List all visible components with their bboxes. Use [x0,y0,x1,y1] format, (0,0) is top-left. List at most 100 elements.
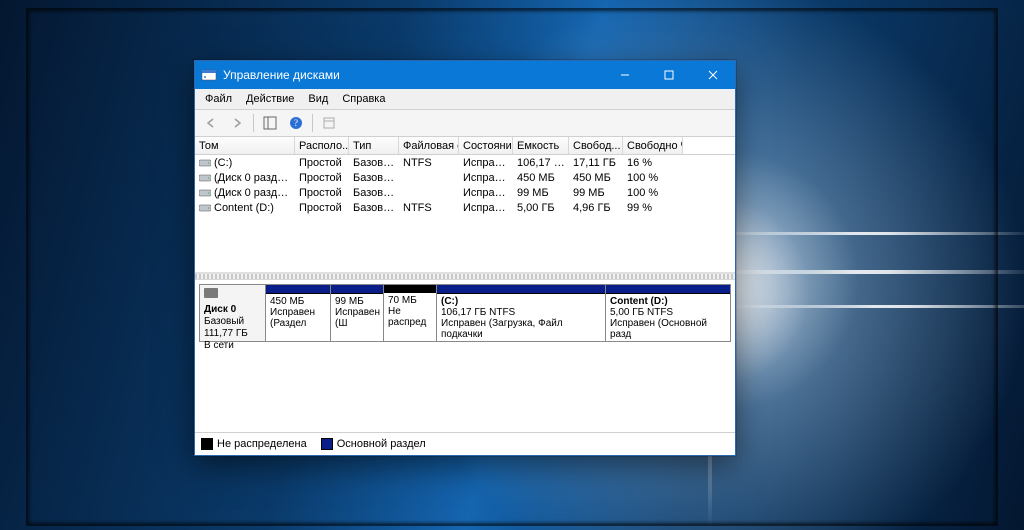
swatch-unallocated-icon [201,438,213,450]
cell-free-pct: 16 % [623,157,683,169]
nav-back-button[interactable] [199,111,223,135]
cell-capacity: 5,00 ГБ [513,202,569,214]
col-filesystem[interactable]: Файловая с... [399,137,459,154]
menubar: Файл Действие Вид Справка [195,89,735,110]
cell-layout: Простой [295,157,349,169]
disk-state: В сети [204,340,261,352]
disk-info[interactable]: Диск 0 Базовый 111,77 ГБ В сети [200,285,266,341]
partition-body: 99 МБИсправен (Ш [331,294,383,341]
volume-list[interactable]: Том Располо... Тип Файловая с... Состоян… [195,137,735,274]
partition-body: 450 МБИсправен (Раздел [266,294,330,341]
col-free[interactable]: Свобод... [569,137,623,154]
partition-stripe [606,285,730,294]
menu-action[interactable]: Действие [240,91,300,107]
cell-status: Исправен... [459,202,513,214]
show-hide-tree-button[interactable] [258,111,282,135]
cell-type: Базовый [349,187,399,199]
cell-free: 450 МБ [569,172,623,184]
close-button[interactable] [691,61,735,89]
swatch-primary-icon [321,438,333,450]
nav-forward-button[interactable] [225,111,249,135]
wallpaper-beam [700,270,1024,274]
maximize-button[interactable] [647,61,691,89]
legend: Не распределена Основной раздел [195,432,735,455]
partition-status: Исправен (Загрузка, Файл подкачки [441,318,601,340]
drive-icon [199,173,211,183]
cell-volume: Content (D:) [195,202,295,214]
drive-icon [199,203,211,213]
partition-body: (C:)106,17 ГБ NTFSИсправен (Загрузка, Фа… [437,294,605,341]
menu-view[interactable]: Вид [302,91,334,107]
partition-primary[interactable]: Content (D:)5,00 ГБ NTFSИсправен (Основн… [606,285,730,341]
partition-primary[interactable]: (C:)106,17 ГБ NTFSИсправен (Загрузка, Фа… [437,285,606,341]
partition-name: Content (D:) [610,296,726,307]
volume-row[interactable]: (Диск 0 раздел 2)ПростойБазовыйИсправен.… [195,185,735,200]
disk-mgmt-icon [201,67,217,83]
disk-label: Диск 0 [204,304,261,316]
cell-volume: (C:) [195,157,295,169]
drive-icon [199,158,211,168]
partition-primary[interactable]: 450 МБИсправен (Раздел [266,285,331,341]
disk-icon [204,288,218,298]
menu-file[interactable]: Файл [199,91,238,107]
cell-status: Исправен... [459,187,513,199]
col-free-pct[interactable]: Свободно % [623,137,683,154]
volume-row[interactable]: (C:)ПростойБазовыйNTFSИсправен...106,17 … [195,155,735,170]
toolbar: ? [195,110,735,137]
partition-size: 106,17 ГБ NTFS [441,307,601,318]
disk-layout-panel: Диск 0 Базовый 111,77 ГБ В сети 450 МБИс… [195,279,735,432]
wallpaper-beam [720,305,1024,308]
toolbar-separator [312,114,313,132]
volume-row[interactable]: Content (D:)ПростойБазовыйNTFSИсправен..… [195,200,735,215]
cell-capacity: 99 МБ [513,187,569,199]
disk-size: 111,77 ГБ [204,328,261,340]
cell-free-pct: 99 % [623,202,683,214]
cell-layout: Простой [295,202,349,214]
toolbar-separator [253,114,254,132]
partition-status: Исправен (Ш [335,307,379,329]
column-headers[interactable]: Том Располо... Тип Файловая с... Состоян… [195,137,735,155]
cell-volume: (Диск 0 раздел 1) [195,172,295,184]
refresh-button[interactable] [317,111,341,135]
partition-stripe [331,285,383,294]
minimize-button[interactable] [603,61,647,89]
partition-size: 450 МБ [270,296,326,307]
cell-type: Базовый [349,172,399,184]
disk-type: Базовый [204,316,261,328]
col-status[interactable]: Состояние [459,137,513,154]
cell-status: Исправен... [459,157,513,169]
partition-unallocated[interactable]: 70 МБНе распред [384,285,437,341]
cell-free: 17,11 ГБ [569,157,623,169]
partition-stripe [384,285,436,293]
cell-fs: NTFS [399,202,459,214]
partition-stripe [437,285,605,294]
cell-volume: (Диск 0 раздел 2) [195,187,295,199]
partition-status: Исправен (Раздел [270,307,326,329]
partition-size: 70 МБ [388,295,432,306]
drive-icon [199,188,211,198]
volume-row[interactable]: (Диск 0 раздел 1)ПростойБазовыйИсправен.… [195,170,735,185]
partition-size: 99 МБ [335,296,379,307]
desktop-wallpaper: Управление дисками Файл Действие Вид Спр… [0,0,1024,530]
col-capacity[interactable]: Емкость [513,137,569,154]
titlebar[interactable]: Управление дисками [195,61,735,89]
cell-status: Исправен... [459,172,513,184]
col-volume[interactable]: Том [195,137,295,154]
cell-free-pct: 100 % [623,187,683,199]
svg-text:?: ? [294,118,298,128]
cell-capacity: 450 МБ [513,172,569,184]
partition-status: Исправен (Основной разд [610,318,726,340]
partition-primary[interactable]: 99 МБИсправен (Ш [331,285,384,341]
col-layout[interactable]: Располо... [295,137,349,154]
partition-body: 70 МБНе распред [384,293,436,341]
help-button[interactable]: ? [284,111,308,135]
partition-name: (C:) [441,296,601,307]
col-type[interactable]: Тип [349,137,399,154]
cell-type: Базовый [349,157,399,169]
partition-size: 5,00 ГБ NTFS [610,307,726,318]
cell-type: Базовый [349,202,399,214]
legend-primary: Основной раздел [321,438,426,450]
disk-row[interactable]: Диск 0 Базовый 111,77 ГБ В сети 450 МБИс… [199,284,731,342]
menu-help[interactable]: Справка [336,91,391,107]
legend-unallocated-label: Не распределена [217,438,307,450]
